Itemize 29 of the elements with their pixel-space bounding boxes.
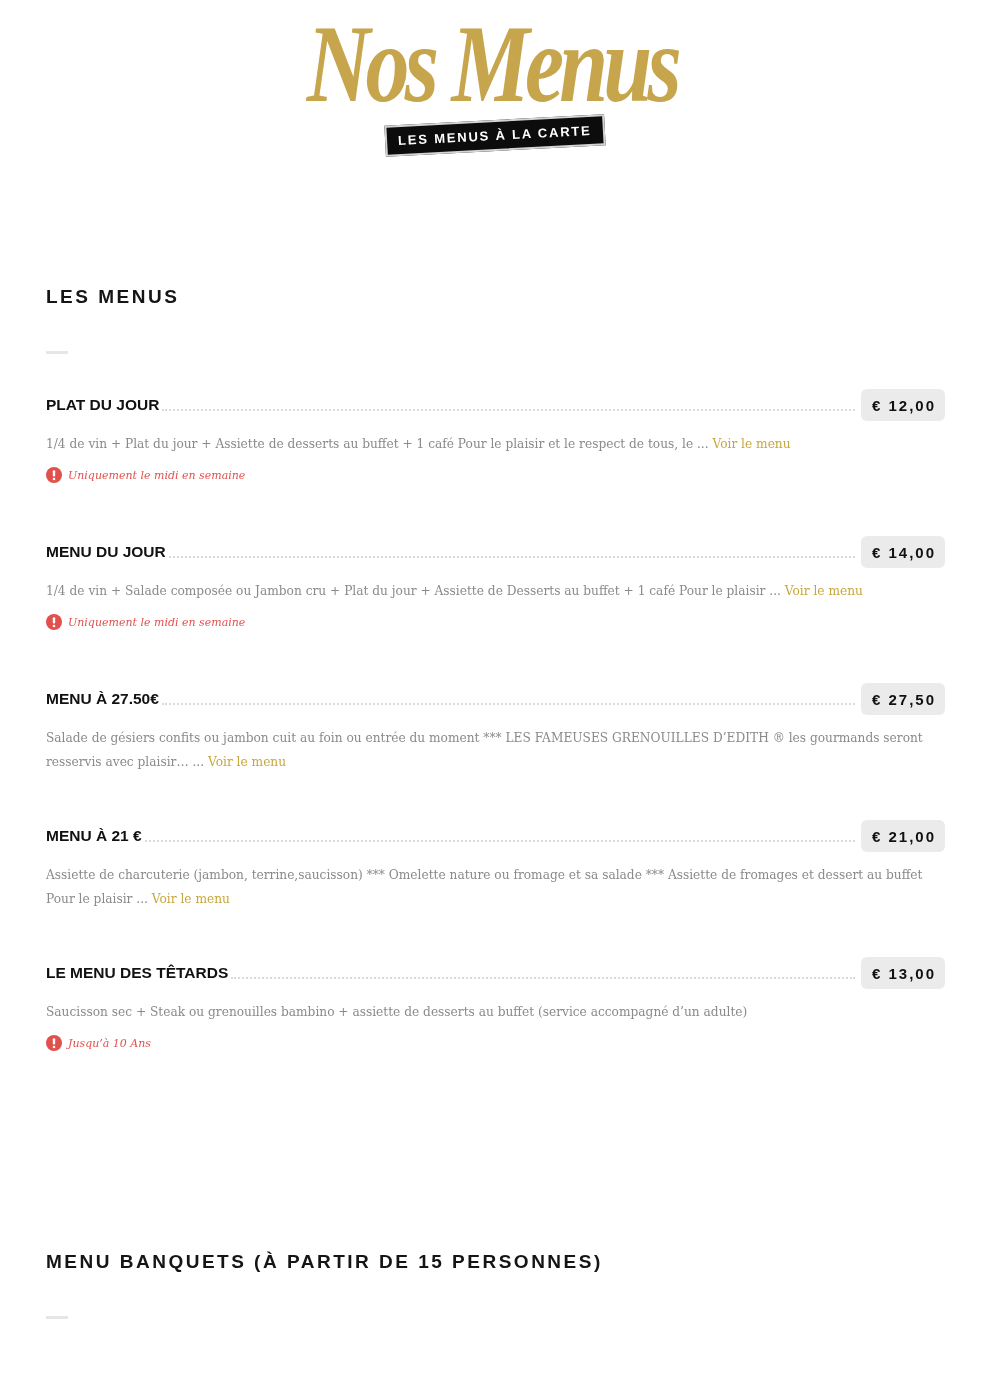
voir-menu-link[interactable]: Voir le menu (207, 755, 287, 769)
menu-description: 1/4 de vin + Salade composée ou Jambon cru + Plat du jour + Assiette de Desserts au buffet + 1 café Pour le plaisir ... Voir le menu (46, 583, 864, 600)
menu-description: 1/4 de vin + Plat du jour + Assiette de desserts au buffet + 1 café Pour le plaisir et le respect de tous, le ... Voir le menu (46, 436, 792, 453)
section-heading: LES MENUS (46, 285, 181, 309)
price-tag: € 21,00 (860, 820, 945, 852)
logo-title: Nos Menus (307, 14, 679, 114)
menu-title: MENU À 27.50€ (46, 690, 159, 708)
price-tag: € 27,50 (860, 683, 945, 715)
note-text: Uniquement le midi en semaine (68, 468, 246, 482)
price-tag: € 13,00 (860, 957, 945, 989)
price-tag: € 14,00 (860, 536, 945, 568)
menu-title: PLAT DU JOUR (46, 396, 160, 414)
menu-description: Salade de gésiers confits ou jambon cuit au foin ou entrée du moment *** LES FAMEUSES GRENOUILLES D’EDITH ® les gourmands seront resservis avec plaisir… ... Voir le menu (46, 730, 924, 771)
voir-menu-link[interactable]: Voir le menu (784, 584, 863, 598)
menu-title: MENU DU JOUR (46, 543, 166, 561)
menu-title: LE MENU DES TÊTARDS (46, 964, 229, 982)
price-tag: € 12,00 (860, 389, 945, 421)
voir-menu-link[interactable]: Voir le menu (712, 437, 791, 451)
alert-icon (46, 1035, 62, 1051)
note-text: Jusqu’à 10 Ans (68, 1036, 151, 1050)
alert-icon (46, 614, 62, 630)
section-heading: MENU BANQUETS (À PARTIR DE 15 PERSONNES) (46, 1250, 604, 1274)
menu-description: Assiette de charcuterie (jambon, terrine,saucisson) *** Omelette nature ou fromage et sa salade *** Assiette de fromages et dessert au buffet Pour le plaisir ... Voir le menu (46, 867, 924, 908)
subtitle-banner: LES MENUS À LA CARTE (384, 114, 605, 157)
alert-icon (46, 467, 62, 483)
voir-menu-link[interactable]: Voir le menu (151, 892, 230, 906)
menu-title: MENU À 21 € (46, 827, 142, 845)
note-text: Uniquement le midi en semaine (68, 615, 246, 629)
menu-description: Saucisson sec + Steak ou grenouilles bambino + assiette de desserts au buffet (service accompagné d’un adulte) (46, 1004, 749, 1021)
